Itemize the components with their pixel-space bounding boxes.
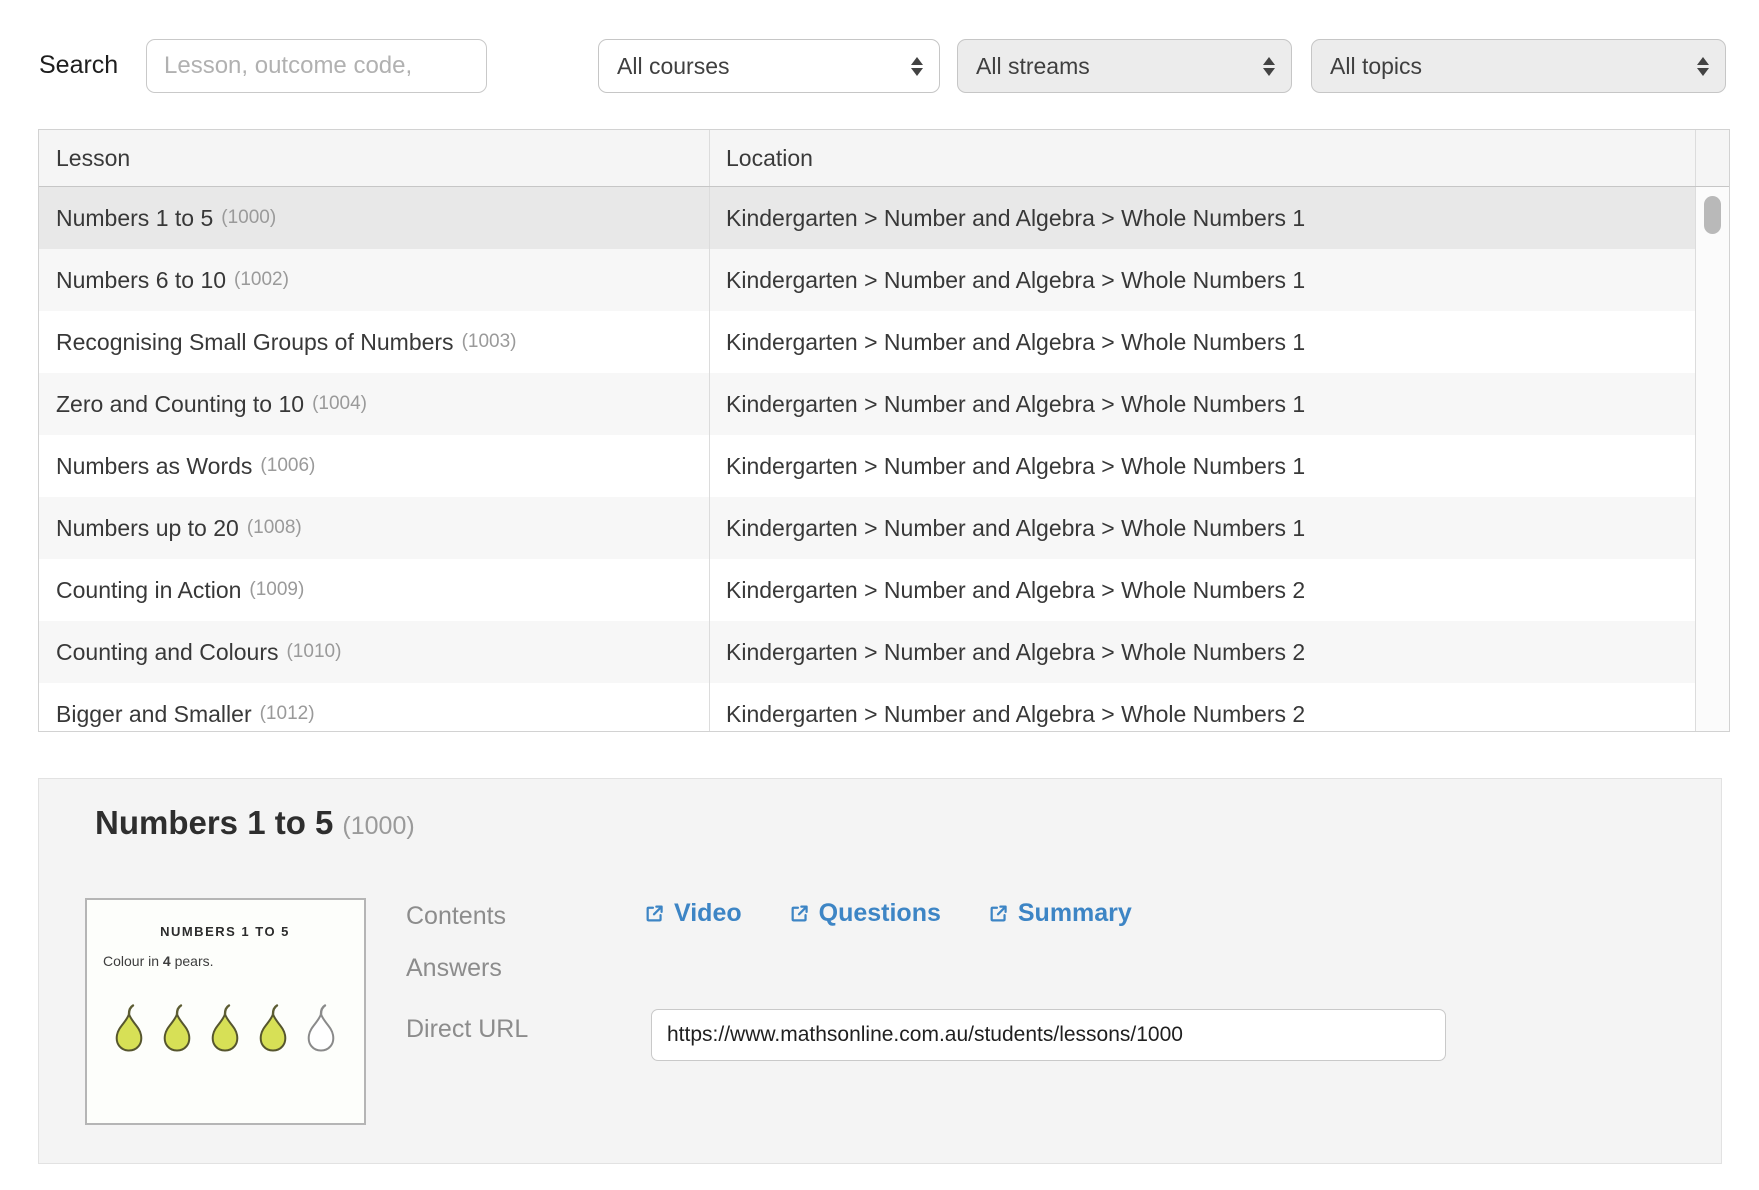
lesson-location: Kindergarten > Number and Algebra > Whol… [709, 373, 1695, 435]
table-row[interactable]: Bigger and Smaller (1012) Kindergarten >… [39, 683, 1729, 731]
dropdown-arrow-icon [911, 57, 923, 76]
summary-link[interactable]: Summary [988, 899, 1132, 928]
table-row[interactable]: Counting in Action (1009) Kindergarten >… [39, 559, 1729, 621]
table-row[interactable]: Numbers as Words (1006) Kindergarten > N… [39, 435, 1729, 497]
scrollbar-track [1695, 683, 1729, 731]
pear-icon [309, 1006, 334, 1051]
table-scrollbar-thumb[interactable] [1704, 196, 1721, 234]
worksheet-caption: Colour in 4 pears. [103, 953, 214, 969]
dropdown-arrow-icon [1697, 57, 1709, 76]
pear-icon [165, 1006, 190, 1051]
column-header-location: Location [726, 145, 813, 172]
answers-label: Answers [406, 954, 502, 983]
courses-select[interactable]: All courses [598, 39, 940, 93]
lesson-location: Kindergarten > Number and Algebra > Whol… [709, 311, 1695, 373]
table-row[interactable]: Counting and Colours (1010) Kindergarten… [39, 621, 1729, 683]
streams-select[interactable]: All streams [957, 39, 1292, 93]
lesson-location: Kindergarten > Number and Algebra > Whol… [709, 497, 1695, 559]
lesson-code: (1012) [260, 703, 315, 725]
lesson-location: Kindergarten > Number and Algebra > Whol… [709, 621, 1695, 683]
lesson-code: (1002) [234, 269, 289, 291]
lesson-location: Kindergarten > Number and Algebra > Whol… [709, 683, 1695, 731]
lesson-code: (1009) [249, 579, 304, 601]
lesson-link-label: Video [674, 899, 742, 928]
scrollbar-track [1695, 373, 1729, 435]
table-row[interactable]: Recognising Small Groups of Numbers (100… [39, 311, 1729, 373]
lesson-location: Kindergarten > Number and Algebra > Whol… [709, 187, 1695, 249]
lesson-title: Zero and Counting to 10 [56, 391, 304, 418]
lesson-link-label: Questions [819, 899, 941, 928]
worksheet-preview-image: NUMBERS 1 TO 5 Colour in 4 pears. [87, 900, 364, 1123]
lesson-location: Kindergarten > Number and Algebra > Whol… [709, 435, 1695, 497]
courses-select-value: All courses [617, 53, 729, 80]
contents-label: Contents [406, 902, 506, 931]
pear-icon [117, 1006, 142, 1051]
lesson-code: (1004) [312, 393, 367, 415]
column-header-lesson: Lesson [56, 145, 130, 172]
external-link-icon [988, 903, 1009, 924]
lesson-code: (1008) [247, 517, 302, 539]
lesson-title: Counting in Action [56, 577, 241, 604]
lesson-title: Recognising Small Groups of Numbers [56, 329, 454, 356]
lesson-code: (1003) [462, 331, 517, 353]
scrollbar-track [1695, 621, 1729, 683]
scrollbar-track [1695, 497, 1729, 559]
table-row[interactable]: Numbers up to 20 (1008) Kindergarten > N… [39, 497, 1729, 559]
lesson-title: Numbers 6 to 10 [56, 267, 226, 294]
lesson-title: Numbers as Words [56, 453, 252, 480]
table-body: Numbers 1 to 5 (1000) Kindergarten > Num… [39, 187, 1729, 731]
external-link-icon [644, 903, 665, 924]
scrollbar-track [1695, 249, 1729, 311]
topics-select-value: All topics [1330, 53, 1422, 80]
lesson-title: Numbers 1 to 5 [56, 205, 213, 232]
detail-title: Numbers 1 to 5 (1000) [95, 804, 415, 842]
detail-title-code: (1000) [342, 812, 414, 840]
pear-icon [213, 1006, 238, 1051]
search-input[interactable] [146, 39, 487, 93]
table-row[interactable]: Numbers 6 to 10 (1002) Kindergarten > Nu… [39, 249, 1729, 311]
table-header: Lesson Location [39, 130, 1729, 187]
worksheet-heading: NUMBERS 1 TO 5 [160, 924, 290, 939]
external-link-icon [789, 903, 810, 924]
pear-icon [261, 1006, 286, 1051]
lesson-title: Bigger and Smaller [56, 701, 252, 728]
video-link[interactable]: Video [644, 899, 742, 928]
table-row[interactable]: Numbers 1 to 5 (1000) Kindergarten > Num… [39, 187, 1729, 249]
streams-select-value: All streams [976, 53, 1090, 80]
questions-link[interactable]: Questions [789, 899, 941, 928]
direct-url-label: Direct URL [406, 1015, 528, 1044]
lesson-code: (1010) [286, 641, 341, 663]
lesson-title: Counting and Colours [56, 639, 278, 666]
contents-links-row: Video Questions Summary [644, 893, 1132, 933]
lesson-code: (1000) [221, 207, 276, 229]
scrollbar-track [1695, 435, 1729, 497]
direct-url-input[interactable] [651, 1009, 1446, 1061]
scrollbar-header-corner [1695, 130, 1729, 186]
topics-select[interactable]: All topics [1311, 39, 1726, 93]
lesson-link-label: Summary [1018, 899, 1132, 928]
lesson-location: Kindergarten > Number and Algebra > Whol… [709, 559, 1695, 621]
scrollbar-track [1695, 311, 1729, 373]
lesson-location: Kindergarten > Number and Algebra > Whol… [709, 249, 1695, 311]
lesson-thumbnail: NUMBERS 1 TO 5 Colour in 4 pears. [85, 898, 366, 1125]
lesson-code: (1006) [260, 455, 315, 477]
lesson-detail-panel: Numbers 1 to 5 (1000) NUMBERS 1 TO 5 Colo… [38, 778, 1722, 1164]
scrollbar-track [1695, 559, 1729, 621]
table-row[interactable]: Zero and Counting to 10 (1004) Kindergar… [39, 373, 1729, 435]
lesson-title: Numbers up to 20 [56, 515, 239, 542]
search-label: Search [39, 51, 118, 80]
detail-title-text: Numbers 1 to 5 [95, 804, 333, 841]
lesson-table: Lesson Location Numbers 1 to 5 (1000) Ki… [38, 129, 1730, 732]
dropdown-arrow-icon [1263, 57, 1275, 76]
pears-group [117, 1006, 334, 1051]
